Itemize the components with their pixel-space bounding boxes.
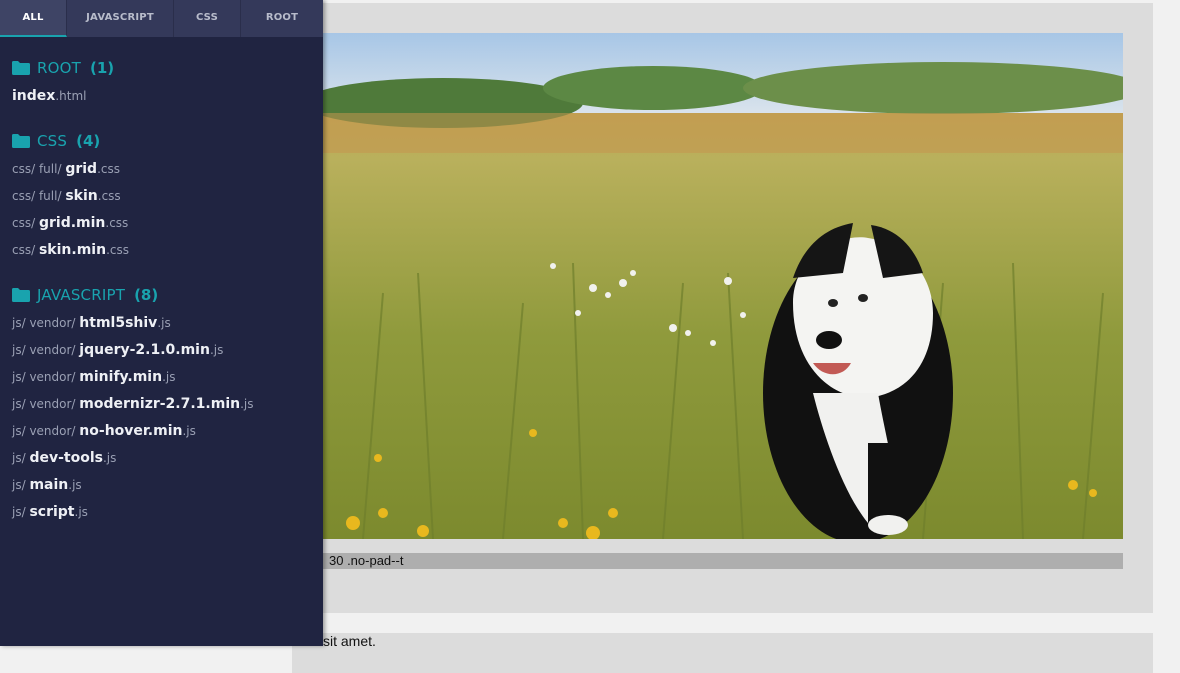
file-link[interactable]: css/ full/ grid.css — [12, 158, 323, 185]
group-root: ROOT (1) index.html — [12, 57, 323, 112]
file-link[interactable]: css/ skin.min.css — [12, 239, 323, 266]
file-link[interactable]: js/ vendor/ minify.min.js — [12, 366, 323, 393]
file-name: dev-tools — [29, 450, 103, 466]
tab-css[interactable]: CSS — [174, 0, 241, 37]
file-name: main — [29, 477, 69, 493]
file-path: css/ — [12, 216, 39, 230]
tab-root[interactable]: ROOT — [241, 0, 323, 37]
file-extension: .js — [240, 397, 254, 411]
group-javascript: JAVASCRIPT (8) js/ vendor/ html5shiv.js … — [12, 284, 323, 528]
next-card-text: sit amet. — [323, 633, 376, 649]
tab-javascript[interactable]: JAVASCRIPT — [67, 0, 174, 37]
file-path: css/ — [12, 243, 39, 257]
file-name: skin — [65, 188, 98, 204]
file-list: ROOT (1) index.html CSS (4) css/ full/ g… — [0, 37, 323, 528]
file-extension: .js — [157, 316, 171, 330]
file-path: js/ vendor/ — [12, 370, 80, 384]
group-name: JAVASCRIPT — [37, 286, 126, 304]
file-extension: .css — [97, 162, 120, 176]
file-path: js/ vendor/ — [12, 424, 80, 438]
file-extension: .js — [68, 478, 82, 492]
image-caption: 30 .no-pad--t — [323, 553, 1123, 569]
file-name: index — [12, 88, 56, 104]
file-path: css/ full/ — [12, 189, 66, 203]
file-extension: .js — [74, 505, 88, 519]
group-name: ROOT — [37, 59, 81, 77]
folder-icon — [12, 134, 30, 148]
file-link[interactable]: js/ vendor/ no-hover.min.js — [12, 420, 323, 447]
file-path: js/ vendor/ — [12, 343, 80, 357]
file-extension: .css — [105, 216, 129, 230]
file-name: html5shiv — [79, 315, 158, 331]
group-count: (1) — [90, 59, 115, 77]
file-path: js/ — [12, 505, 30, 519]
file-path: js/ vendor/ — [12, 316, 80, 330]
file-extension: .html — [55, 89, 87, 103]
file-name: minify.min — [79, 369, 163, 385]
file-name: grid.min — [38, 215, 106, 231]
file-name: script — [29, 504, 75, 520]
file-link[interactable]: js/ vendor/ modernizr-2.7.1.min.js — [12, 393, 323, 420]
group-heading: ROOT (1) — [12, 57, 323, 79]
file-link[interactable]: js/ script.js — [12, 501, 323, 528]
file-extension: .js — [102, 451, 117, 465]
file-name: modernizr-2.7.1.min — [79, 396, 241, 412]
file-link[interactable]: js/ dev-tools.js — [12, 447, 323, 474]
file-path: js/ — [12, 478, 30, 492]
file-name: no-hover.min — [79, 423, 183, 439]
folder-icon — [12, 61, 30, 75]
file-link[interactable]: css/ full/ skin.css — [12, 185, 323, 212]
file-extension: .js — [162, 370, 176, 384]
hero-image — [323, 33, 1123, 539]
file-name: grid — [65, 161, 98, 177]
next-content-card: sit amet. — [292, 633, 1153, 673]
group-css: CSS (4) css/ full/ grid.css css/ full/ s… — [12, 130, 323, 266]
file-extension: .css — [97, 189, 121, 203]
file-link[interactable]: js/ vendor/ html5shiv.js — [12, 312, 323, 339]
file-link[interactable]: index.html — [12, 85, 323, 112]
folder-icon — [12, 288, 30, 302]
file-extension: .css — [106, 243, 129, 257]
file-browser-sidebar: ALL JAVASCRIPT CSS ROOT ROOT (1) index.h… — [0, 0, 323, 646]
content-card: 30 .no-pad--t — [292, 3, 1153, 613]
file-path: js/ — [12, 451, 30, 465]
file-link[interactable]: css/ grid.min.css — [12, 212, 323, 239]
filter-tabs: ALL JAVASCRIPT CSS ROOT — [0, 0, 323, 37]
group-count: (4) — [76, 132, 101, 150]
file-path: css/ full/ — [12, 162, 66, 176]
file-extension: .js — [182, 424, 196, 438]
group-heading: JAVASCRIPT (8) — [12, 284, 323, 306]
file-name: skin.min — [38, 242, 107, 258]
file-name: jquery-2.1.0.min — [79, 342, 210, 358]
file-extension: .js — [209, 343, 224, 357]
group-heading: CSS (4) — [12, 130, 323, 152]
group-count: (8) — [134, 286, 159, 304]
file-path: js/ vendor/ — [12, 397, 80, 411]
group-name: CSS — [37, 132, 68, 150]
file-link[interactable]: js/ main.js — [12, 474, 323, 501]
tab-all[interactable]: ALL — [0, 0, 67, 37]
file-link[interactable]: js/ vendor/ jquery-2.1.0.min.js — [12, 339, 323, 366]
